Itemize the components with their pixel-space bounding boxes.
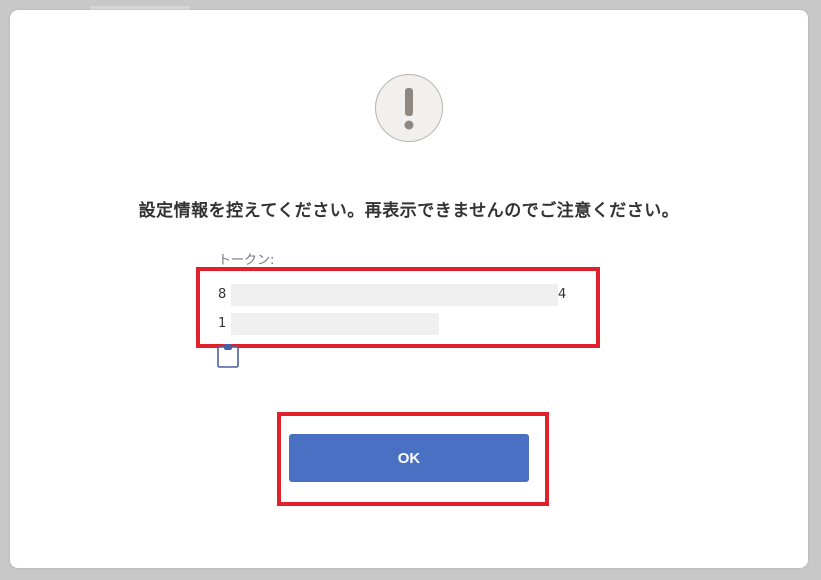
token-dialog: 設定情報を控えてください。再表示できませんのでご注意ください。 トークン: 8 … <box>10 10 808 568</box>
token-label: トークン: <box>218 253 275 268</box>
clipboard-icon[interactable] <box>216 343 240 369</box>
ok-button[interactable]: OK <box>289 434 529 482</box>
exclamation-circle-icon <box>375 74 443 142</box>
warning-message: 設定情報を控えてください。再表示できませんのでご注意ください。 <box>138 201 680 221</box>
token-highlight-box <box>196 267 600 348</box>
